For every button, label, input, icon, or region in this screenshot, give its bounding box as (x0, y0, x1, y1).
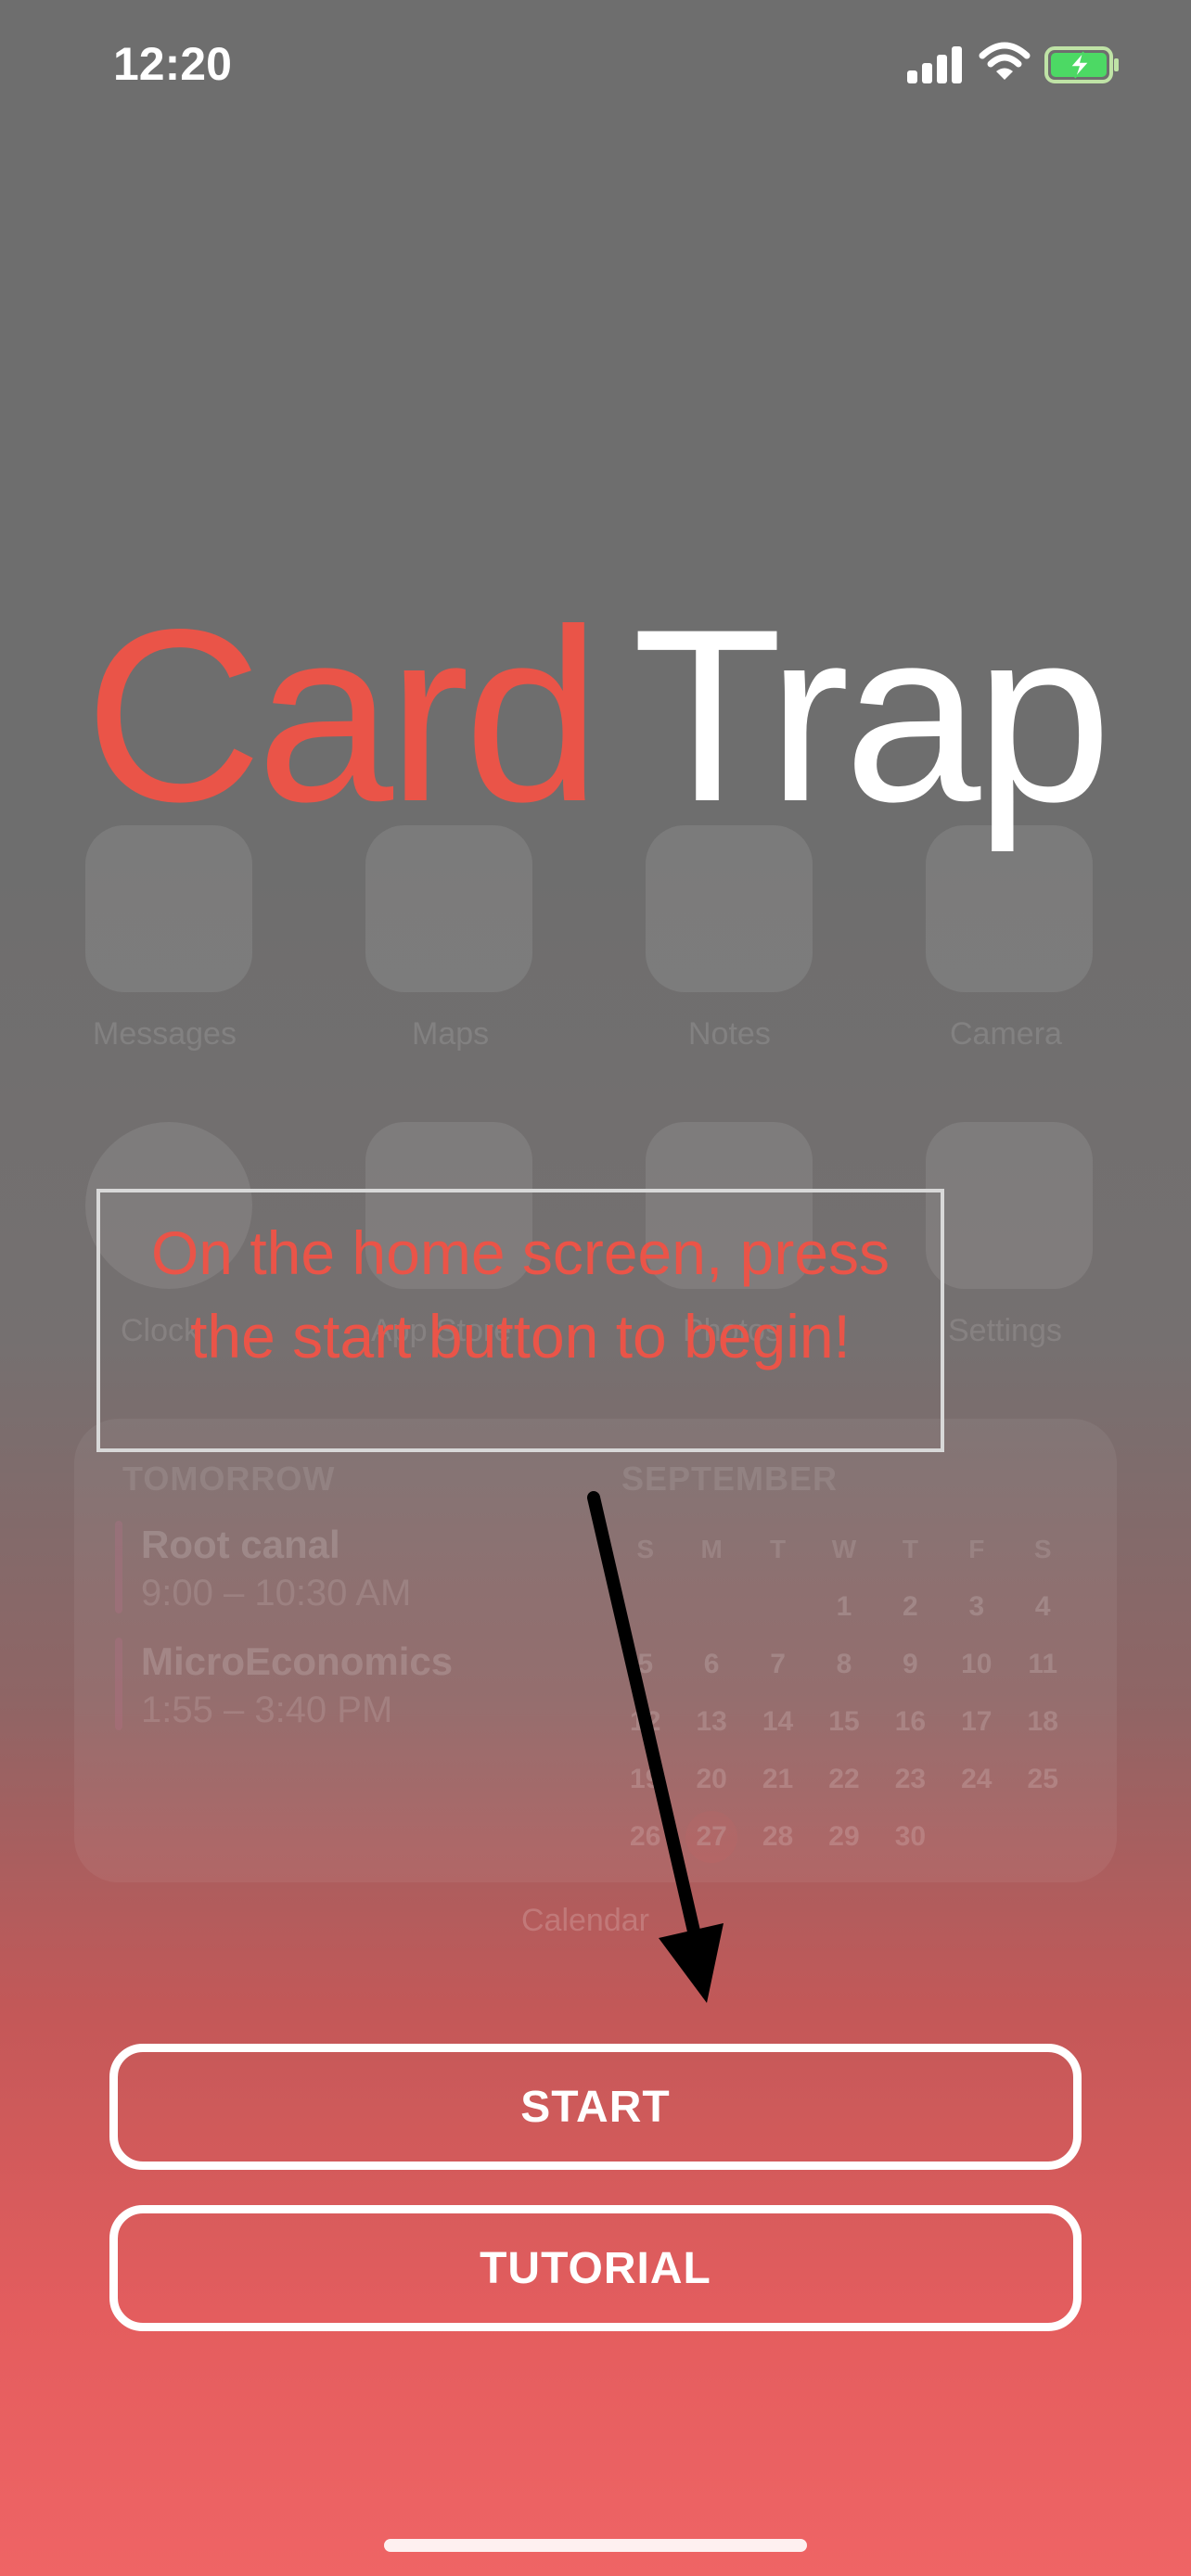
calendar-day: 5 (637, 1649, 654, 1679)
calendar-day: 21 (762, 1764, 794, 1794)
cellular-signal-icon (907, 46, 963, 83)
app-title: Card Trap (0, 575, 1191, 858)
battery-charging-icon (1044, 46, 1119, 83)
app-label-camera: Camera (950, 1016, 1062, 1052)
widget-tomorrow-label: TOMORROW (122, 1460, 336, 1498)
calendar-day: 16 (894, 1706, 927, 1737)
calendar-day-today: 27 (678, 1811, 744, 1863)
tutorial-tip-text: On the home screen, press the start butt… (150, 1218, 890, 1371)
calendar-day: 18 (1027, 1706, 1058, 1737)
calendar-day: 14 (762, 1706, 794, 1737)
app-label-maps: Maps (412, 1016, 490, 1052)
calendar-day: 29 (828, 1821, 860, 1852)
calendar-day: 28 (762, 1821, 794, 1852)
tutorial-tip-box: On the home screen, press the start butt… (96, 1189, 944, 1452)
start-button[interactable]: START (109, 2044, 1082, 2170)
weekday-label: T (770, 1535, 787, 1563)
tutorial-button[interactable]: TUTORIAL (109, 2205, 1082, 2331)
calendar-day: 25 (1027, 1764, 1058, 1794)
app-title-trap: Trap (632, 579, 1112, 853)
widget-month-label: SEPTEMBER (621, 1460, 839, 1498)
calendar-day: 6 (703, 1649, 720, 1679)
calendar-day: 1 (836, 1591, 852, 1622)
event-time: 1:55 – 3:40 PM (141, 1690, 393, 1730)
app-label-notes: Notes (688, 1016, 771, 1052)
calendar-day: 17 (961, 1706, 992, 1737)
app-label-settings: Settings (948, 1313, 1062, 1348)
app-label-messages: Messages (93, 1016, 237, 1052)
weekday-label: S (1033, 1535, 1052, 1563)
calendar-day: 9 (903, 1649, 918, 1679)
event-time: 9:00 – 10:30 AM (141, 1573, 412, 1613)
weekday-label: T (902, 1535, 918, 1563)
calendar-day: 8 (836, 1649, 852, 1679)
calendar-day: 22 (828, 1764, 860, 1794)
calendar-day: 3 (968, 1591, 985, 1622)
calendar-day: 15 (828, 1706, 860, 1737)
calendar-day: 30 (894, 1821, 927, 1852)
calendar-day: 26 (630, 1821, 661, 1852)
calendar-day: 13 (696, 1706, 727, 1737)
event-color-bar (115, 1521, 122, 1613)
event-name: MicroEconomics (141, 1639, 454, 1683)
today-marker: 27 (685, 1811, 738, 1863)
app-title-card: Card (84, 579, 600, 853)
wifi-icon (979, 42, 1031, 80)
weekday-label: S (636, 1535, 655, 1563)
calendar-day: 2 (903, 1591, 918, 1622)
event-color-bar (115, 1638, 122, 1730)
home-indicator[interactable] (384, 2539, 807, 2552)
status-bar: 12:20 (0, 0, 1191, 130)
calendar-day: 20 (696, 1764, 727, 1794)
weekday-label: W (831, 1535, 857, 1563)
event-name: Root canal (141, 1523, 340, 1566)
settings-app-icon (926, 1122, 1093, 1289)
calendar-day: 11 (1028, 1649, 1058, 1679)
calendar-day: 19 (630, 1764, 661, 1794)
calendar-grid: S M T W T F S 1234 5 6 7 8 9 10 11 12 13 14 15 16 1… (612, 1521, 1076, 1866)
status-time: 12:20 (113, 38, 232, 90)
weekday-label: F (968, 1535, 985, 1563)
calendar-day: 24 (961, 1764, 992, 1794)
calendar-day: 23 (894, 1764, 927, 1794)
calendar-day: 12 (630, 1706, 661, 1737)
calendar-day: 4 (1034, 1591, 1051, 1622)
weekday-label: M (700, 1535, 723, 1563)
widget-label-calendar: Calendar (521, 1903, 649, 1938)
calendar-day: 7 (770, 1649, 786, 1679)
calendar-day: 10 (961, 1649, 992, 1679)
